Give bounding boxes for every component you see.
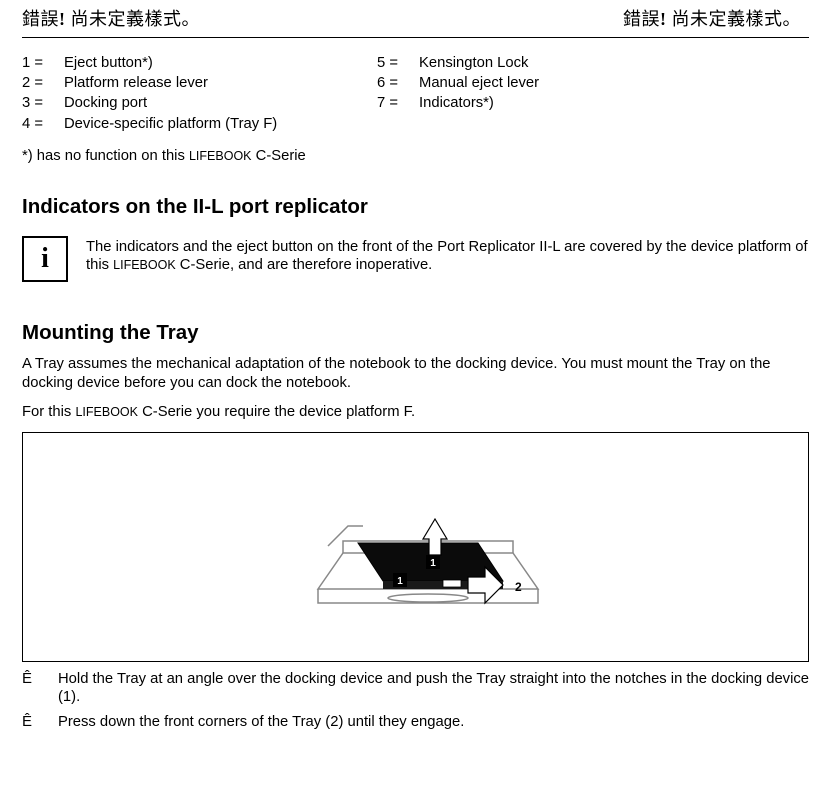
legend-text: Device-specific platform (Tray F) xyxy=(64,115,277,133)
mount-para-2: For this LIFEBOOK C-Serie you require th… xyxy=(22,403,809,422)
legend-row: 5 = Kensington Lock xyxy=(377,54,732,72)
footnote-brand: LIFEBOOK xyxy=(189,149,252,163)
tray-diagram-svg: 1 1 2 xyxy=(303,481,563,641)
header-right-pre: 錯誤 xyxy=(623,9,660,29)
legend-row: 1 = Eject button*) xyxy=(22,54,377,72)
mounting-figure: 1 1 2 xyxy=(22,432,809,662)
legend-num: 7 = xyxy=(377,94,419,112)
mount-para2-pre: For this xyxy=(22,404,75,420)
info-text-brand: LIFEBOOK xyxy=(113,258,176,272)
header-rule xyxy=(22,37,809,38)
legend-num: 2 = xyxy=(22,74,64,92)
legend-col-2: 5 = Kensington Lock 6 = Manual eject lev… xyxy=(377,54,732,136)
legend-text: Kensington Lock xyxy=(419,54,528,72)
mount-para2-brand: LIFEBOOK xyxy=(75,405,138,419)
fig-label-1b: 1 xyxy=(397,576,403,587)
step-text: Press down the front corners of the Tray… xyxy=(58,713,809,732)
legend-text: Platform release lever xyxy=(64,74,208,92)
legend-text: Indicators*) xyxy=(419,94,494,112)
heading-indicators: Indicators on the II-L port replicator xyxy=(22,194,809,220)
footnote-pre: *) has no function on this xyxy=(22,148,189,164)
header-right: 錯誤! 尚未定義樣式。 xyxy=(623,8,801,31)
legend-num: 6 = xyxy=(377,74,419,92)
step-row: Ê Press down the front corners of the Tr… xyxy=(22,713,809,732)
info-text-post: C-Serie, and are therefore inoperative. xyxy=(176,257,433,273)
info-callout: i The indicators and the eject button on… xyxy=(22,236,809,282)
header-right-rest: 尚未定義樣式。 xyxy=(667,9,802,29)
legend-col-1: 1 = Eject button*) 2 = Platform release … xyxy=(22,54,377,136)
legend-num: 1 = xyxy=(22,54,64,72)
legend-row: 6 = Manual eject lever xyxy=(377,74,732,92)
mounting-steps: Ê Hold the Tray at an angle over the doc… xyxy=(22,670,809,732)
header-left-pre: 錯誤 xyxy=(22,9,59,29)
figure-drawing: 1 1 2 xyxy=(303,481,563,641)
info-text: The indicators and the eject button on t… xyxy=(86,236,809,282)
legend-row: 4 = Device-specific platform (Tray F) xyxy=(22,115,377,133)
legend-num: 5 = xyxy=(377,54,419,72)
legend-footnote: *) has no function on this LIFEBOOK C-Se… xyxy=(22,147,809,165)
legend-text: Manual eject lever xyxy=(419,74,539,92)
parts-legend: 1 = Eject button*) 2 = Platform release … xyxy=(22,54,809,136)
step-row: Ê Hold the Tray at an angle over the doc… xyxy=(22,670,809,707)
legend-row: 2 = Platform release lever xyxy=(22,74,377,92)
footnote-post: C-Serie xyxy=(252,148,306,164)
info-icon: i xyxy=(22,236,68,282)
heading-mounting: Mounting the Tray xyxy=(22,320,809,346)
fig-label-1a: 1 xyxy=(430,558,436,569)
step-text: Hold the Tray at an angle over the docki… xyxy=(58,670,809,707)
step-bullet: Ê xyxy=(22,713,58,732)
legend-row: 3 = Docking port xyxy=(22,94,377,112)
legend-text: Eject button*) xyxy=(64,54,153,72)
legend-text: Docking port xyxy=(64,94,147,112)
legend-num: 3 = xyxy=(22,94,64,112)
mount-para2-post: C-Serie you require the device platform … xyxy=(138,404,415,420)
fig-label-2: 2 xyxy=(515,580,522,594)
header-left-rest: 尚未定義樣式。 xyxy=(66,9,201,29)
header-left: 錯誤! 尚未定義樣式。 xyxy=(22,8,200,31)
legend-row: 7 = Indicators*) xyxy=(377,94,732,112)
step-bullet: Ê xyxy=(22,670,58,707)
mount-para-1: A Tray assumes the mechanical adaptation… xyxy=(22,355,809,393)
legend-num: 4 = xyxy=(22,115,64,133)
page-header: 錯誤! 尚未定義樣式。 錯誤! 尚未定義樣式。 xyxy=(22,8,809,33)
